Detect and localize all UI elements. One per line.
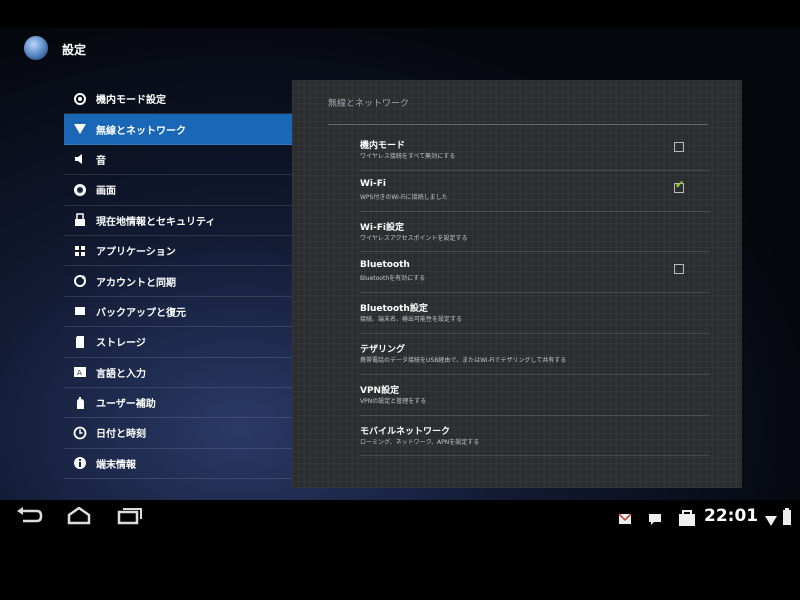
lock-icon	[72, 212, 88, 228]
setting-tethering[interactable]: テザリング 携帯電話のデータ接続をUSB経由で、またはWi-Fiでテザリングして…	[360, 334, 710, 375]
apps-icon	[72, 243, 88, 259]
setting-title: テザリング	[360, 344, 406, 355]
setting-title: VPN設定	[360, 385, 400, 396]
keyboard-icon: A	[72, 364, 88, 380]
gear-icon	[72, 91, 88, 107]
setting-title: Wi-Fi	[360, 178, 386, 189]
setting-airplane-mode[interactable]: 機内モード ワイヤレス接続をすべて無効にする	[360, 130, 710, 171]
sidebar-item-label: 端末情報	[96, 459, 136, 471]
recent-apps-icon	[117, 508, 142, 525]
recent-apps-button[interactable]	[114, 506, 144, 526]
setting-title: Bluetooth	[360, 260, 410, 271]
sidebar-item-sound[interactable]: 音	[64, 145, 292, 176]
setting-wifi-settings[interactable]: Wi-Fi設定 ワイヤレスアクセスポイントを設定する	[360, 212, 710, 253]
sidebar-item-label: 無線とネットワーク	[96, 125, 186, 137]
setting-mobile-network[interactable]: モバイルネットワーク ローミング、ネットワーク、APNを設定する	[360, 416, 710, 457]
svg-text:A: A	[77, 369, 82, 377]
setting-bluetooth[interactable]: Bluetooth Bluetoothを有効にする	[360, 252, 710, 294]
header-divider	[328, 124, 708, 125]
settings-list: 機内モード ワイヤレス接続をすべて無効にする Wi-Fi WPS付きのWi-Fi…	[360, 130, 710, 457]
clock-icon	[72, 425, 88, 441]
wifi-signal-icon	[764, 512, 778, 526]
title-bar: 設定	[0, 28, 800, 72]
sidebar-item-label: 機内モード設定	[96, 95, 166, 107]
sidebar-item-date-time[interactable]: 日付と時刻	[64, 418, 292, 449]
setting-subtitle: VPNの設定と管理をする	[360, 397, 427, 405]
sidebar-item-label: バックアップと復元	[96, 307, 186, 319]
setting-subtitle: ワイヤレス接続をすべて無効にする	[360, 153, 456, 160]
sidebar-item-accessibility[interactable]: ユーザー補助	[64, 388, 292, 419]
setting-subtitle: Bluetoothを有効にする	[360, 275, 426, 283]
brightness-icon	[72, 182, 88, 198]
setting-subtitle: WPS付きのWi-Fiに接続しました	[360, 193, 448, 201]
speaker-icon	[72, 151, 88, 167]
airplane-mode-checkbox[interactable]	[674, 142, 684, 152]
sidebar-item-display[interactable]: 画面	[64, 175, 292, 206]
sidebar-item-label: アプリケーション	[96, 247, 176, 259]
sidebar: 機内モード設定 無線とネットワーク 音 画面 現在地情報とセキュリティ アプリケ…	[64, 84, 292, 480]
setting-title: モバイルネットワーク	[360, 426, 451, 437]
setting-subtitle: 携帯電話のデータ接続をUSB経由で、またはWi-Fiでテザリングして共有する	[360, 356, 567, 364]
sidebar-item-label: 画面	[96, 186, 116, 198]
chat-icon[interactable]	[648, 511, 662, 525]
app-title: 設定	[62, 43, 87, 57]
sidebar-item-label: 現在地情報とセキュリティ	[96, 216, 216, 228]
sidebar-item-label: 日付と時刻	[96, 429, 146, 441]
sidebar-item-backup-restore[interactable]: バックアップと復元	[64, 297, 292, 328]
setting-title: Wi-Fi設定	[360, 222, 404, 233]
info-icon	[72, 455, 88, 471]
hand-icon	[72, 395, 88, 411]
sidebar-item-storage[interactable]: ストレージ	[64, 327, 292, 358]
sidebar-item-about[interactable]: 端末情報	[64, 449, 292, 480]
sidebar-item-language-input[interactable]: A 言語と入力	[64, 358, 292, 388]
setting-vpn[interactable]: VPN設定 VPNの設定と管理をする	[360, 375, 710, 416]
sidebar-item-label: 音	[96, 155, 106, 167]
settings-detail-panel: 無線とネットワーク 機内モード ワイヤレス接続をすべて無効にする Wi-Fi W…	[292, 80, 742, 488]
setting-wifi[interactable]: Wi-Fi WPS付きのWi-Fiに接続しました ✔	[360, 171, 710, 212]
sidebar-item-airplane[interactable]: 機内モード設定	[64, 84, 292, 115]
sidebar-item-accounts-sync[interactable]: アカウントと同期	[64, 266, 292, 297]
status-clock[interactable]: 22:01	[704, 506, 758, 526]
setting-bluetooth-settings[interactable]: Bluetooth設定 接続、端末名、検出可能性を設定する	[360, 293, 710, 334]
setting-title: Bluetooth設定	[360, 304, 428, 315]
backup-icon	[72, 303, 88, 319]
sidebar-item-location-security[interactable]: 現在地情報とセキュリティ	[64, 206, 292, 236]
sidebar-item-label: 言語と入力	[96, 368, 146, 380]
wifi-checkbox[interactable]: ✔	[674, 178, 684, 193]
mail-icon[interactable]	[618, 511, 632, 525]
storage-icon	[72, 334, 88, 350]
bluetooth-checkbox[interactable]	[674, 264, 684, 275]
settings-app-icon	[24, 36, 48, 60]
sidebar-item-wireless[interactable]: 無線とネットワーク	[64, 114, 292, 145]
setting-title: 機内モード	[360, 141, 406, 151]
setting-subtitle: ワイヤレスアクセスポイントを設定する	[360, 234, 468, 242]
setting-subtitle: ローミング、ネットワーク、APNを設定する	[360, 438, 480, 446]
setting-subtitle: 接続、端末名、検出可能性を設定する	[360, 316, 463, 324]
bag-icon[interactable]	[678, 509, 696, 527]
sidebar-item-label: ストレージ	[96, 338, 146, 350]
sync-icon	[72, 273, 88, 289]
back-icon	[17, 507, 43, 523]
sidebar-item-label: アカウントと同期	[96, 277, 176, 289]
battery-icon	[782, 508, 792, 526]
check-icon: ✔	[675, 177, 685, 191]
screen: 設定 機内モード設定 無線とネットワーク 音 画面 現在地情報とセキュリティ ア…	[0, 28, 800, 500]
back-button[interactable]	[14, 506, 44, 526]
home-button[interactable]	[64, 506, 94, 526]
panel-header: 無線とネットワーク	[328, 99, 410, 109]
sidebar-item-label: ユーザー補助	[96, 399, 156, 411]
wifi-icon	[72, 121, 88, 137]
sidebar-item-applications[interactable]: アプリケーション	[64, 236, 292, 267]
home-icon	[67, 507, 91, 525]
